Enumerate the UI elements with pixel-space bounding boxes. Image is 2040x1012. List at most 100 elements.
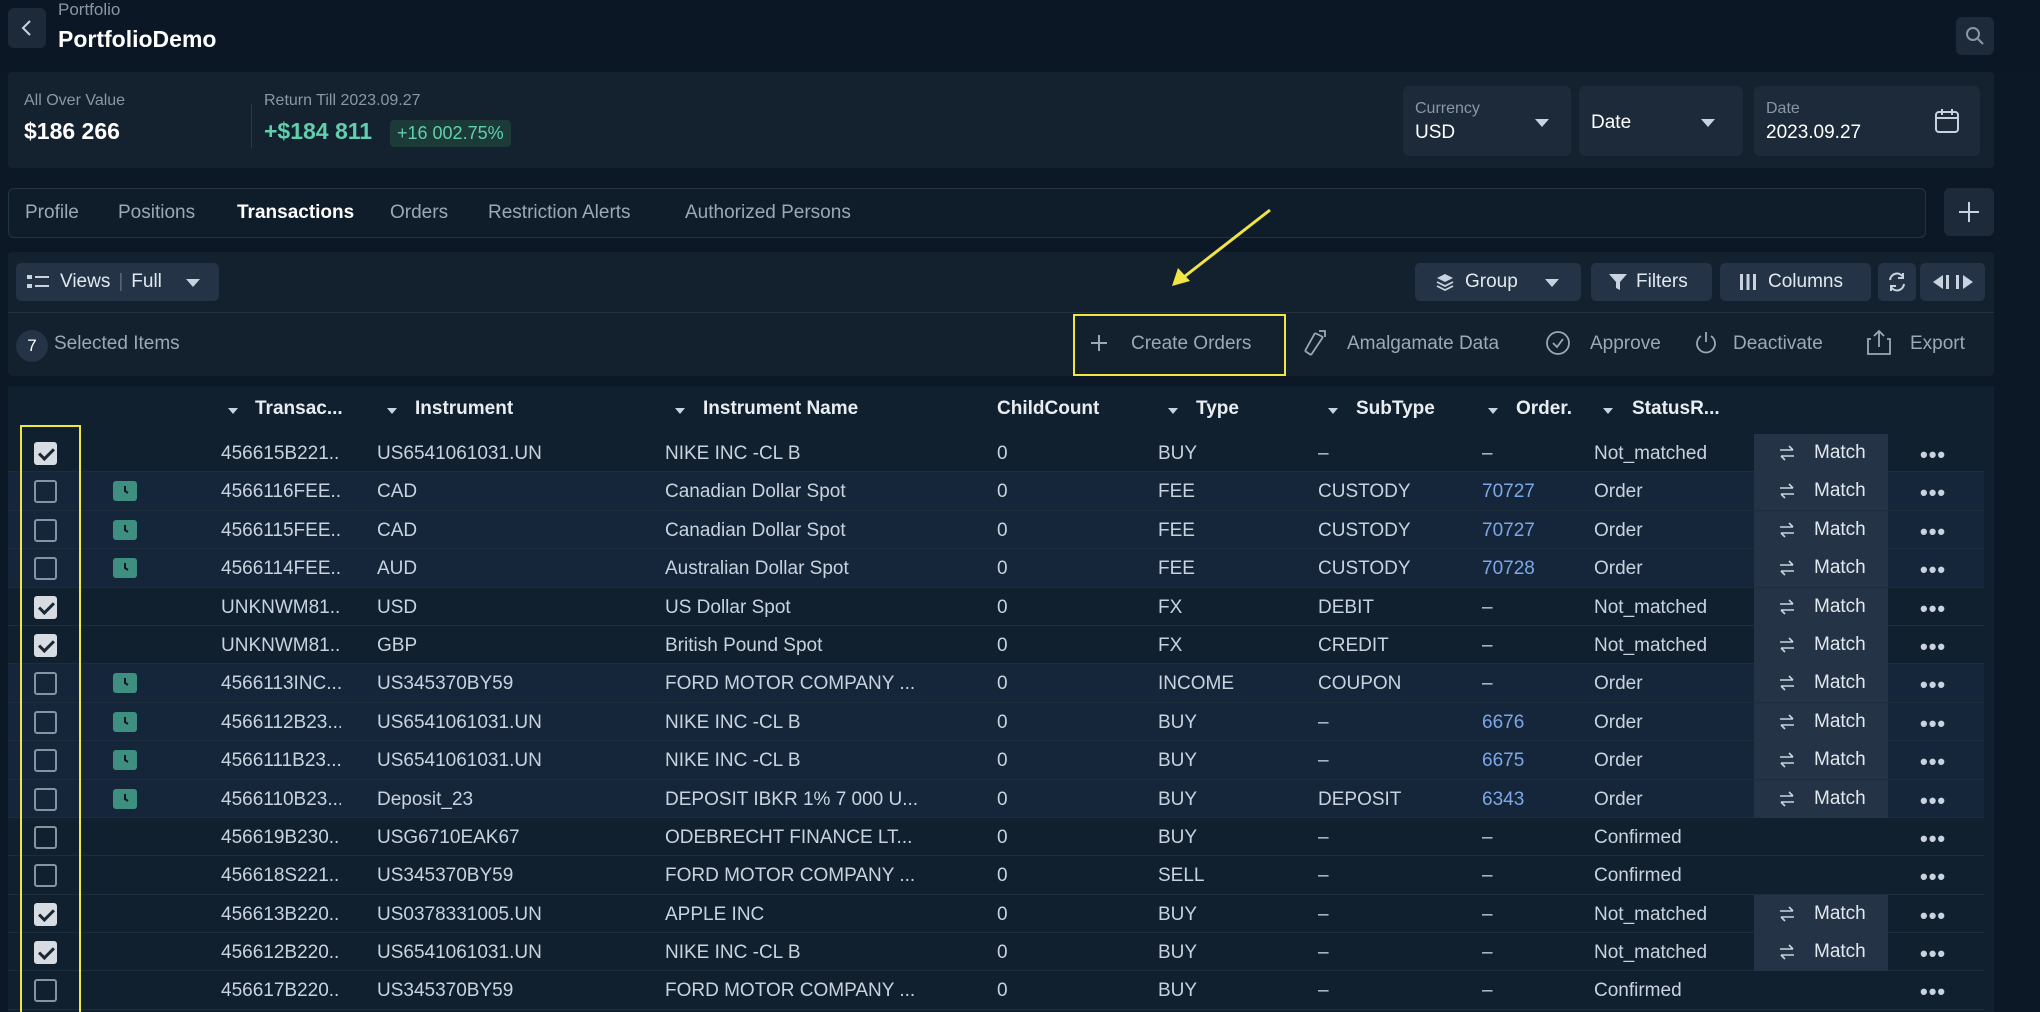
cell-transaction-id[interactable]: 456618S221... bbox=[221, 865, 341, 887]
table-row[interactable]: 456615B221... US6541061031.UN NIKE INC -CL… bbox=[8, 434, 1984, 473]
split-view-toggle[interactable] bbox=[1920, 263, 1985, 301]
cell-transaction-id[interactable]: 4566111B23... bbox=[221, 750, 341, 772]
table-row[interactable]: 4566111B23... US6541061031.UN NIKE INC -CL… bbox=[8, 741, 1984, 780]
cell-transaction-id[interactable]: 4566115FEE... bbox=[221, 520, 341, 542]
cell-order[interactable]: 70728 bbox=[1482, 558, 1535, 580]
table-row[interactable]: 4566115FEE... CAD Canadian Dollar Spot 0 FEE… bbox=[8, 510, 1984, 550]
views-dropdown[interactable]: Views | Full bbox=[16, 263, 219, 301]
col-header-instrument-name[interactable]: Instrument Name bbox=[703, 398, 858, 420]
match-button[interactable]: Match bbox=[1754, 625, 1888, 664]
sort-caret-icon[interactable] bbox=[1603, 408, 1613, 414]
cell-order[interactable]: 6675 bbox=[1482, 750, 1524, 772]
cell-transaction-id[interactable]: 456615B221... bbox=[221, 443, 341, 465]
match-button[interactable]: Match bbox=[1754, 510, 1888, 549]
more-options-icon[interactable]: ••• bbox=[1920, 749, 1946, 775]
group-dropdown[interactable]: Group bbox=[1415, 263, 1581, 301]
cell-transaction-id[interactable]: 4566110B23... bbox=[221, 789, 341, 811]
cell-order[interactable]: 70727 bbox=[1482, 520, 1535, 542]
sort-caret-icon[interactable] bbox=[675, 408, 685, 414]
more-options-icon[interactable]: ••• bbox=[1920, 826, 1946, 852]
cell-transaction-id[interactable]: 456612B220... bbox=[221, 942, 341, 964]
more-options-icon[interactable]: ••• bbox=[1920, 788, 1946, 814]
match-button[interactable]: Match bbox=[1754, 702, 1888, 741]
cell-order[interactable]: 6343 bbox=[1482, 789, 1524, 811]
col-header-subtype[interactable]: SubType bbox=[1356, 398, 1435, 420]
back-button[interactable] bbox=[8, 8, 46, 48]
cell-transaction-id[interactable]: 4566114FEE... bbox=[221, 558, 341, 580]
match-button[interactable]: Match bbox=[1754, 434, 1888, 472]
table-row[interactable]: UNKNWM81... USD US Dollar Spot 0 FX DEBIT – Not… bbox=[8, 587, 1984, 626]
more-options-icon[interactable]: ••• bbox=[1920, 941, 1946, 967]
deactivate-button[interactable]: Deactivate bbox=[1733, 333, 1823, 355]
tab-authorized-persons[interactable]: Authorized Persons bbox=[685, 202, 851, 224]
refresh-button[interactable] bbox=[1878, 263, 1916, 301]
cell-order[interactable]: 70727 bbox=[1482, 481, 1535, 503]
sort-caret-icon[interactable] bbox=[1488, 408, 1498, 414]
cell-transaction-id[interactable]: 4566116FEE... bbox=[221, 481, 341, 503]
tab-orders[interactable]: Orders bbox=[390, 202, 448, 224]
cell-transaction-id[interactable]: UNKNWM81... bbox=[221, 597, 341, 619]
more-options-icon[interactable]: ••• bbox=[1920, 442, 1946, 468]
match-button[interactable]: Match bbox=[1754, 472, 1888, 511]
approve-button[interactable]: Approve bbox=[1590, 333, 1661, 355]
match-button[interactable]: Match bbox=[1754, 587, 1888, 626]
export-button[interactable]: Export bbox=[1910, 333, 1965, 355]
sort-caret-icon[interactable] bbox=[1328, 408, 1338, 414]
more-options-icon[interactable]: ••• bbox=[1920, 672, 1946, 698]
more-options-icon[interactable]: ••• bbox=[1920, 596, 1946, 622]
date-mode-select[interactable]: Date bbox=[1579, 86, 1743, 156]
cell-transaction-id[interactable]: 4566113INC... bbox=[221, 673, 341, 695]
breadcrumb[interactable]: Portfolio bbox=[58, 0, 120, 20]
col-header-childcount[interactable]: ChildCount bbox=[997, 398, 1099, 420]
date-picker[interactable]: Date 2023.09.27 bbox=[1754, 86, 1980, 156]
col-header-status[interactable]: StatusR... bbox=[1632, 398, 1720, 420]
table-row[interactable]: 4566116FEE... CAD Canadian Dollar Spot 0 FEE… bbox=[8, 472, 1984, 511]
more-options-icon[interactable]: ••• bbox=[1920, 634, 1946, 660]
cell-transaction-id[interactable]: 4566112B23... bbox=[221, 712, 341, 734]
more-options-icon[interactable]: ••• bbox=[1920, 979, 1946, 1005]
tab-positions[interactable]: Positions bbox=[118, 202, 195, 224]
col-header-type[interactable]: Type bbox=[1196, 398, 1239, 420]
table-row[interactable]: 456617B220... US345370BY59 FORD MOTOR COMP… bbox=[8, 971, 1984, 1010]
amalgamate-data-button[interactable]: Amalgamate Data bbox=[1347, 333, 1499, 355]
more-options-icon[interactable]: ••• bbox=[1920, 864, 1946, 890]
table-row[interactable]: 4566110B23... Deposit_23 DEPOSIT IBKR 1% 7… bbox=[8, 779, 1984, 818]
cell-transaction-id[interactable]: 456617B220... bbox=[221, 980, 341, 1002]
match-button[interactable]: Match bbox=[1754, 894, 1888, 933]
sort-caret-icon[interactable] bbox=[387, 408, 397, 414]
add-tab-button[interactable] bbox=[1944, 188, 1994, 236]
match-button[interactable]: Match bbox=[1754, 741, 1888, 780]
table-row[interactable]: 456613B220... US0378331005.UN APPLE INC 0 BU… bbox=[8, 894, 1984, 934]
col-header-order[interactable]: Order. bbox=[1516, 398, 1572, 420]
sort-caret-icon[interactable] bbox=[1168, 408, 1178, 414]
table-row[interactable]: 456618S221... US345370BY59 FORD MOTOR COMP… bbox=[8, 856, 1984, 895]
match-button[interactable]: Match bbox=[1754, 549, 1888, 588]
col-header-instrument[interactable]: Instrument bbox=[415, 398, 513, 420]
table-row[interactable]: 456619B230... USG6710EAK67 ODEBRECHT FINAN… bbox=[8, 818, 1984, 857]
sort-caret-icon[interactable] bbox=[228, 408, 238, 414]
table-row[interactable]: 4566113INC... US345370BY59 FORD MOTOR COMP… bbox=[8, 664, 1984, 703]
match-button[interactable]: Match bbox=[1754, 664, 1888, 703]
more-options-icon[interactable]: ••• bbox=[1920, 480, 1946, 506]
columns-button[interactable]: Columns bbox=[1720, 263, 1871, 301]
col-header-transaction[interactable]: Transac... bbox=[255, 398, 343, 420]
tab-transactions[interactable]: Transactions bbox=[237, 202, 354, 224]
table-row[interactable]: 4566112B23... US6541061031.UN NIKE INC -CL… bbox=[8, 702, 1984, 742]
tab-profile[interactable]: Profile bbox=[25, 202, 79, 224]
cell-transaction-id[interactable]: 456613B220... bbox=[221, 904, 341, 926]
cell-order[interactable]: 6676 bbox=[1482, 712, 1524, 734]
table-row[interactable]: 4566114FEE... AUD Australian Dollar Spot 0 F… bbox=[8, 549, 1984, 588]
currency-select[interactable]: Currency USD bbox=[1403, 86, 1571, 156]
more-options-icon[interactable]: ••• bbox=[1920, 903, 1946, 929]
search-button[interactable] bbox=[1956, 17, 1994, 55]
match-button[interactable]: Match bbox=[1754, 779, 1888, 818]
cell-transaction-id[interactable]: UNKNWM81... bbox=[221, 635, 341, 657]
tab-restriction-alerts[interactable]: Restriction Alerts bbox=[488, 202, 631, 224]
more-options-icon[interactable]: ••• bbox=[1920, 519, 1946, 545]
more-options-icon[interactable]: ••• bbox=[1920, 711, 1946, 737]
table-row[interactable]: UNKNWM81... GBP British Pound Spot 0 FX CREDI… bbox=[8, 625, 1984, 665]
filters-button[interactable]: Filters bbox=[1591, 263, 1712, 301]
more-options-icon[interactable]: ••• bbox=[1920, 557, 1946, 583]
table-row[interactable]: 456612B220... US6541061031.UN NIKE INC -CL… bbox=[8, 933, 1984, 972]
match-button[interactable]: Match bbox=[1754, 933, 1888, 972]
